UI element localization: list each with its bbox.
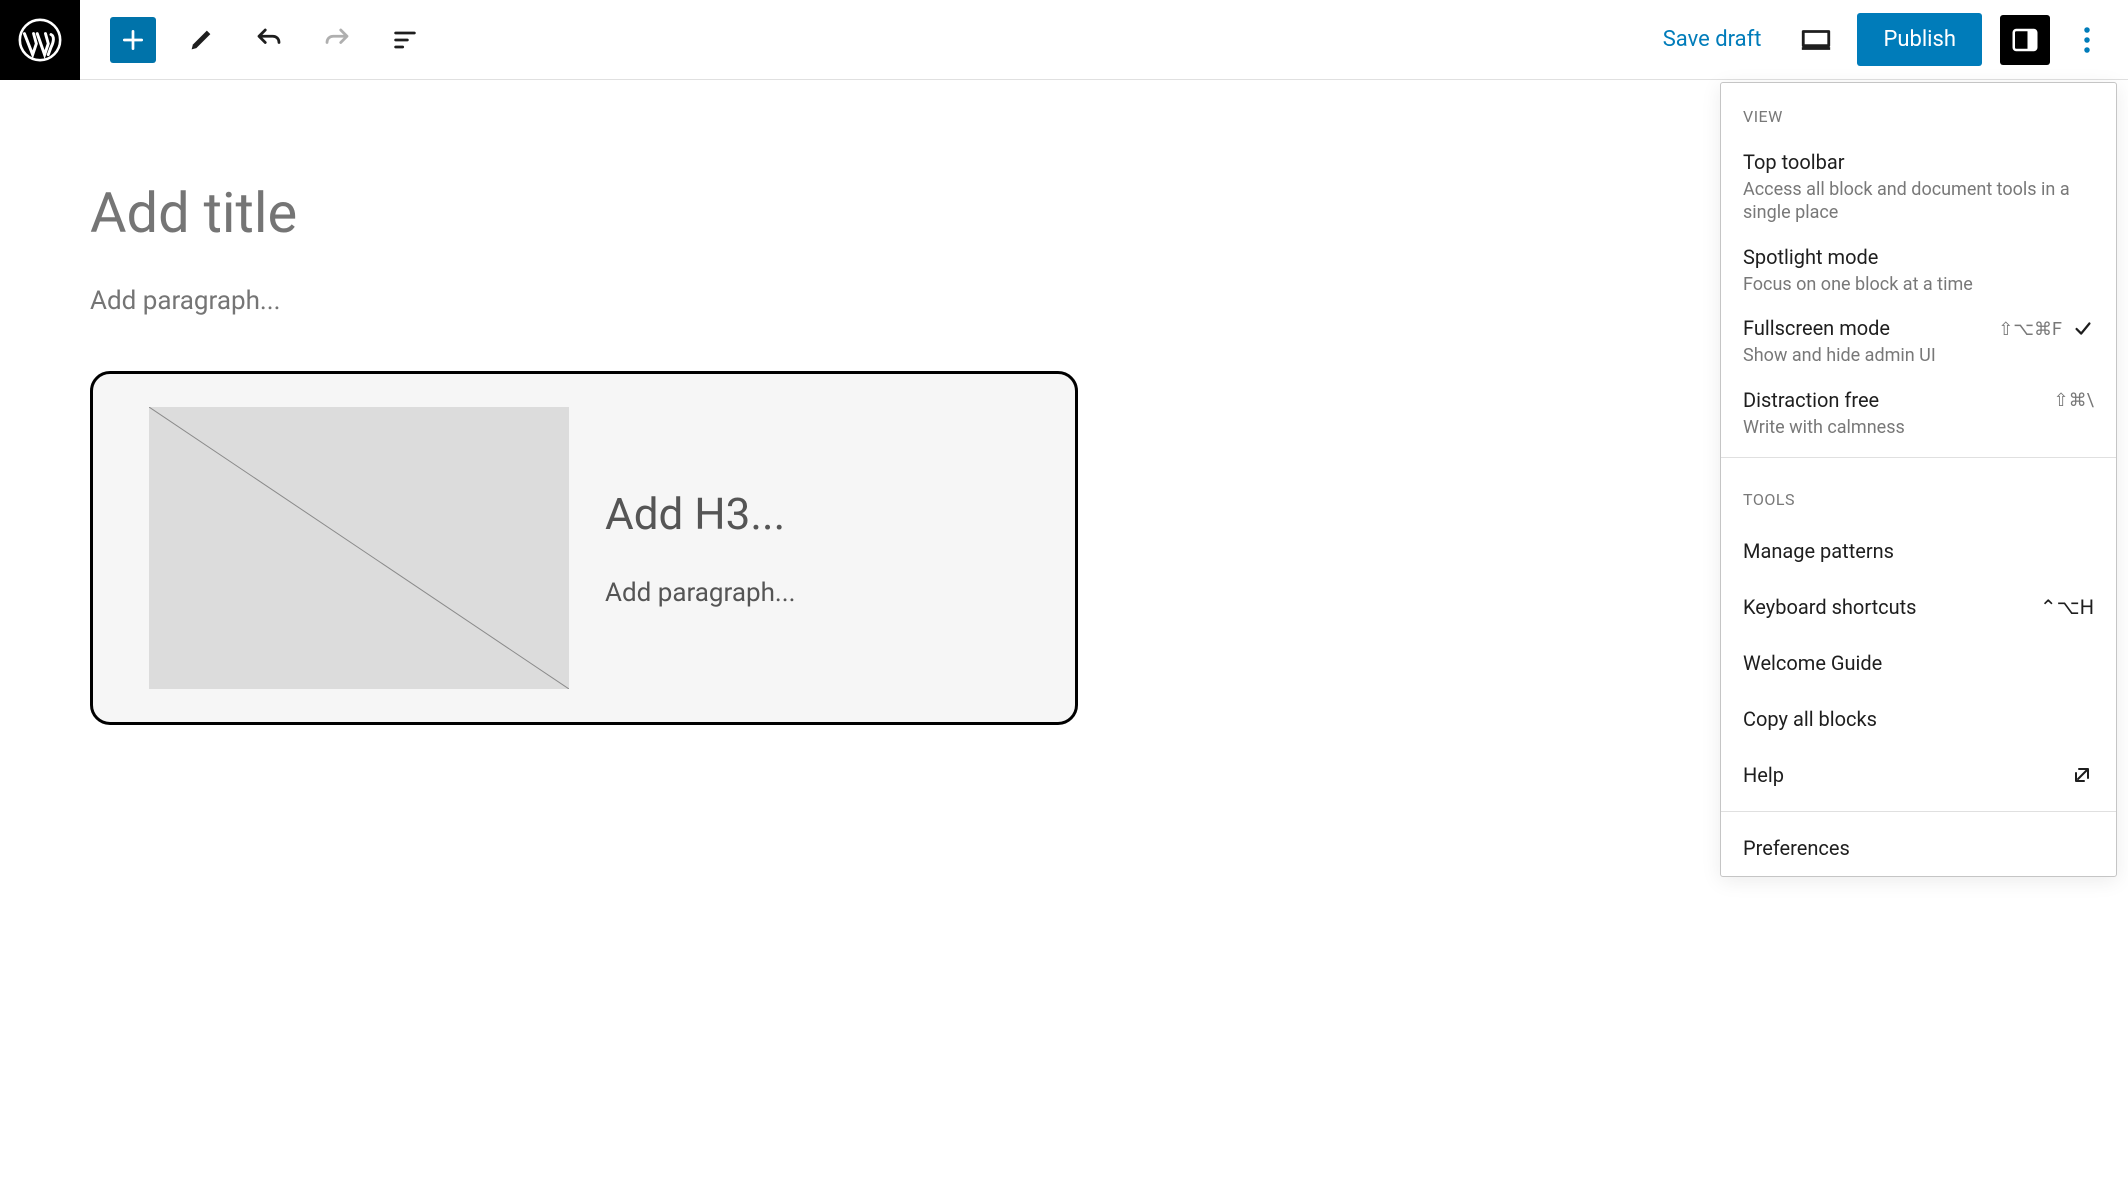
menu-item-desc: Access all block and document tools in a… (1743, 178, 2094, 225)
menu-item-title: Distraction free (1743, 388, 2040, 412)
view-preview-button[interactable] (1793, 17, 1839, 63)
menu-item-desc: Write with calmness (1743, 416, 2040, 439)
settings-sidebar-button[interactable] (2000, 15, 2050, 65)
menu-section-view-label: VIEW (1721, 83, 2116, 140)
document-overview-button[interactable] (382, 17, 428, 63)
menu-item-title: Top toolbar (1743, 150, 2094, 174)
plus-icon (120, 27, 146, 53)
menu-item-label: Copy all blocks (1743, 707, 1877, 731)
check-icon (2072, 318, 2094, 340)
menu-shortcut: ⇧⌥⌘F (1998, 319, 2062, 340)
save-draft-button[interactable]: Save draft (1649, 17, 1776, 62)
menu-item-label: Manage patterns (1743, 539, 1894, 563)
publish-button[interactable]: Publish (1857, 13, 1982, 66)
kebab-icon (2083, 25, 2091, 55)
media-text-content: Add H3... Add paragraph... (605, 407, 1019, 689)
menu-item-title: Spotlight mode (1743, 245, 2094, 269)
options-menu-button[interactable] (2068, 15, 2106, 65)
menu-shortcut: ⌃⌥H (2040, 595, 2094, 619)
menu-item-copy-all-blocks[interactable]: Copy all blocks (1721, 691, 2116, 747)
list-overview-icon (391, 26, 419, 54)
toolbar-left (80, 17, 428, 63)
menu-item-manage-patterns[interactable]: Manage patterns (1721, 523, 2116, 579)
menu-shortcut: ⇧⌘\ (2054, 390, 2094, 411)
menu-item-title: Fullscreen mode (1743, 316, 1984, 340)
add-block-button[interactable] (110, 17, 156, 63)
menu-item-help[interactable]: Help (1721, 747, 2116, 803)
menu-item-label: Welcome Guide (1743, 651, 1882, 675)
undo-icon (254, 25, 284, 55)
external-link-icon (2070, 763, 2094, 787)
tools-edit-button[interactable] (178, 17, 224, 63)
desktop-icon (1799, 23, 1833, 57)
redo-icon (322, 25, 352, 55)
menu-item-keyboard-shortcuts[interactable]: Keyboard shortcuts ⌃⌥H (1721, 579, 2116, 635)
menu-divider (1721, 811, 2116, 812)
menu-item-spotlight[interactable]: Spotlight mode Focus on one block at a t… (1721, 235, 2116, 306)
menu-item-label: Preferences (1743, 836, 1850, 860)
wordpress-icon (18, 18, 62, 62)
menu-item-desc: Show and hide admin UI (1743, 344, 1984, 367)
menu-item-desc: Focus on one block at a time (1743, 273, 2094, 296)
menu-item-label: Help (1743, 763, 1784, 787)
redo-button[interactable] (314, 17, 360, 63)
image-placeholder-icon (149, 407, 569, 689)
heading-h3-placeholder[interactable]: Add H3... (605, 488, 1019, 540)
menu-item-preferences[interactable]: Preferences (1721, 820, 2116, 876)
sidebar-panel-icon (2010, 25, 2040, 55)
menu-item-label: Keyboard shortcuts (1743, 595, 1917, 619)
media-placeholder[interactable] (149, 407, 569, 689)
inner-paragraph-placeholder[interactable]: Add paragraph... (605, 578, 1019, 608)
menu-divider (1721, 457, 2116, 458)
undo-button[interactable] (246, 17, 292, 63)
menu-item-welcome-guide[interactable]: Welcome Guide (1721, 635, 2116, 691)
top-toolbar: Save draft Publish (0, 0, 2128, 80)
menu-item-fullscreen[interactable]: Fullscreen mode Show and hide admin UI ⇧… (1721, 306, 2116, 377)
wordpress-logo-button[interactable] (0, 0, 80, 80)
menu-item-top-toolbar[interactable]: Top toolbar Access all block and documen… (1721, 140, 2116, 235)
menu-item-distraction-free[interactable]: Distraction free Write with calmness ⇧⌘\ (1721, 378, 2116, 449)
menu-section-tools-label: TOOLS (1721, 466, 2116, 523)
pencil-icon (187, 26, 215, 54)
media-text-block[interactable]: Add H3... Add paragraph... (90, 371, 1078, 725)
toolbar-right: Save draft Publish (1649, 13, 2128, 66)
options-dropdown-menu: VIEW Top toolbar Access all block and do… (1720, 82, 2117, 877)
